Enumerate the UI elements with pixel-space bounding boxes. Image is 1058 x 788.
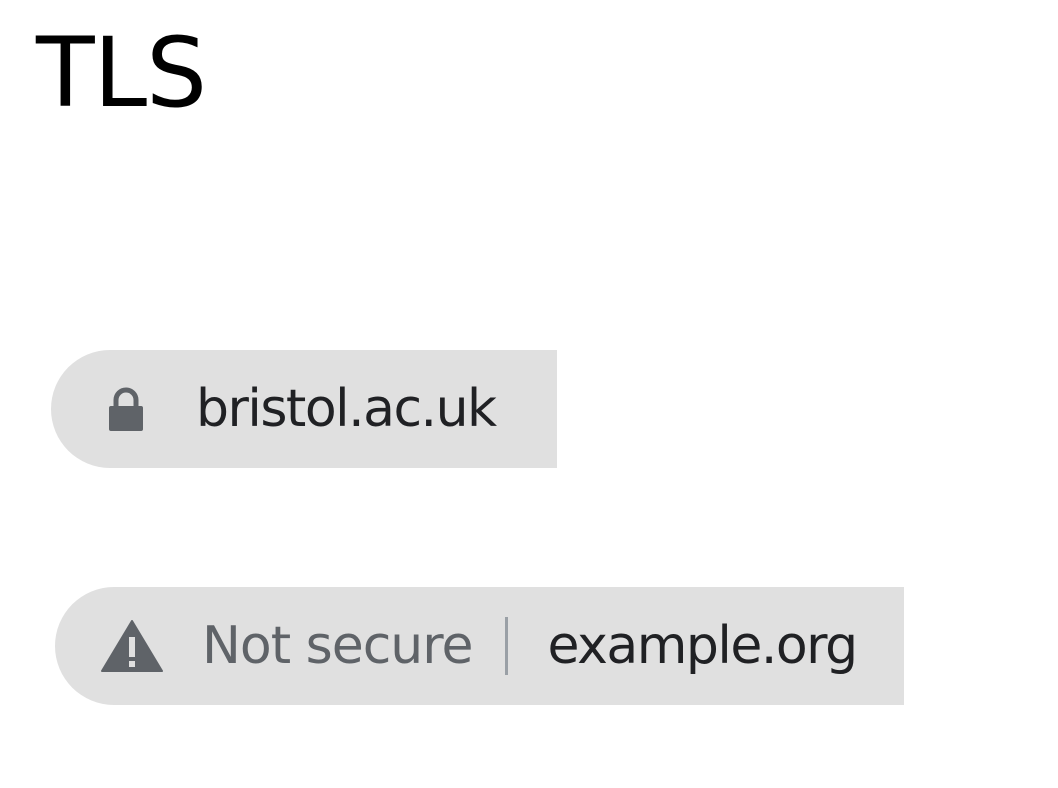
- not-secure-label[interactable]: Not secure: [202, 616, 473, 676]
- lock-icon[interactable]: [108, 387, 144, 431]
- domain-text[interactable]: bristol.ac.uk: [196, 379, 497, 439]
- secure-address-bar[interactable]: bristol.ac.uk: [51, 350, 557, 468]
- divider: [504, 617, 508, 675]
- page-title: TLS: [36, 17, 207, 129]
- warning-icon[interactable]: [100, 619, 164, 673]
- domain-text[interactable]: example.org: [548, 616, 859, 676]
- insecure-address-bar[interactable]: Not secure example.org: [55, 587, 904, 705]
